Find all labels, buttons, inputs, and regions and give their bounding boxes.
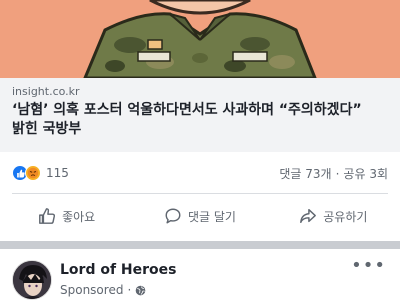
post-actions: 좋아요 댓글 달기 공유하기 bbox=[0, 198, 400, 234]
link-thumbnail-image[interactable] bbox=[0, 0, 400, 78]
comment-icon bbox=[165, 208, 181, 224]
share-label: 공유하기 bbox=[323, 209, 368, 224]
sponsored-separator: · bbox=[127, 283, 132, 297]
like-button[interactable]: 좋아요 bbox=[0, 198, 133, 234]
divider bbox=[12, 193, 388, 194]
headline-line-2: 밝힌 국방부 bbox=[12, 121, 82, 137]
link-preview[interactable]: insight.co.kr ‘남혐’ 의혹 포스터 억울하다면서도 사과하며 “… bbox=[0, 78, 400, 152]
comment-label: 댓글 달기 bbox=[188, 209, 236, 224]
link-domain: insight.co.kr bbox=[12, 85, 80, 98]
link-headline: ‘남혐’ 의혹 포스터 억울하다면서도 사과하며 “주의하겠다” 밝힌 국방부 bbox=[12, 101, 388, 139]
headline-line-1: ‘남혐’ 의혹 포스터 억울하다면서도 사과하며 “주의하겠다” bbox=[12, 102, 362, 118]
reactions-summary[interactable]: 115 bbox=[12, 165, 69, 181]
comment-share-stats: 댓글 73개 · 공유 3회 bbox=[279, 165, 388, 182]
comment-count[interactable]: 댓글 73개 bbox=[279, 167, 331, 181]
avatar[interactable] bbox=[12, 260, 52, 300]
comment-button[interactable]: 댓글 달기 bbox=[133, 198, 266, 234]
reaction-count: 115 bbox=[46, 166, 69, 180]
stats-separator: · bbox=[335, 166, 340, 181]
share-button[interactable]: 공유하기 bbox=[267, 198, 400, 234]
post-stats: 115 댓글 73개 · 공유 3회 bbox=[0, 158, 400, 188]
page-name[interactable]: Lord of Heroes bbox=[60, 262, 176, 278]
feed-separator bbox=[0, 241, 400, 249]
like-label: 좋아요 bbox=[62, 209, 96, 224]
sponsored-label[interactable]: Sponsored bbox=[60, 283, 123, 297]
globe-icon bbox=[135, 285, 146, 295]
sponsored-post-header: Lord of Heroes Sponsored · ••• bbox=[0, 249, 400, 300]
share-icon bbox=[300, 208, 317, 224]
sponsored-line: Sponsored · bbox=[60, 283, 146, 297]
more-options-icon[interactable]: ••• bbox=[351, 257, 386, 275]
share-count[interactable]: 공유 3회 bbox=[343, 167, 388, 181]
thumbs-up-icon bbox=[39, 208, 56, 224]
angry-icon bbox=[25, 165, 41, 181]
